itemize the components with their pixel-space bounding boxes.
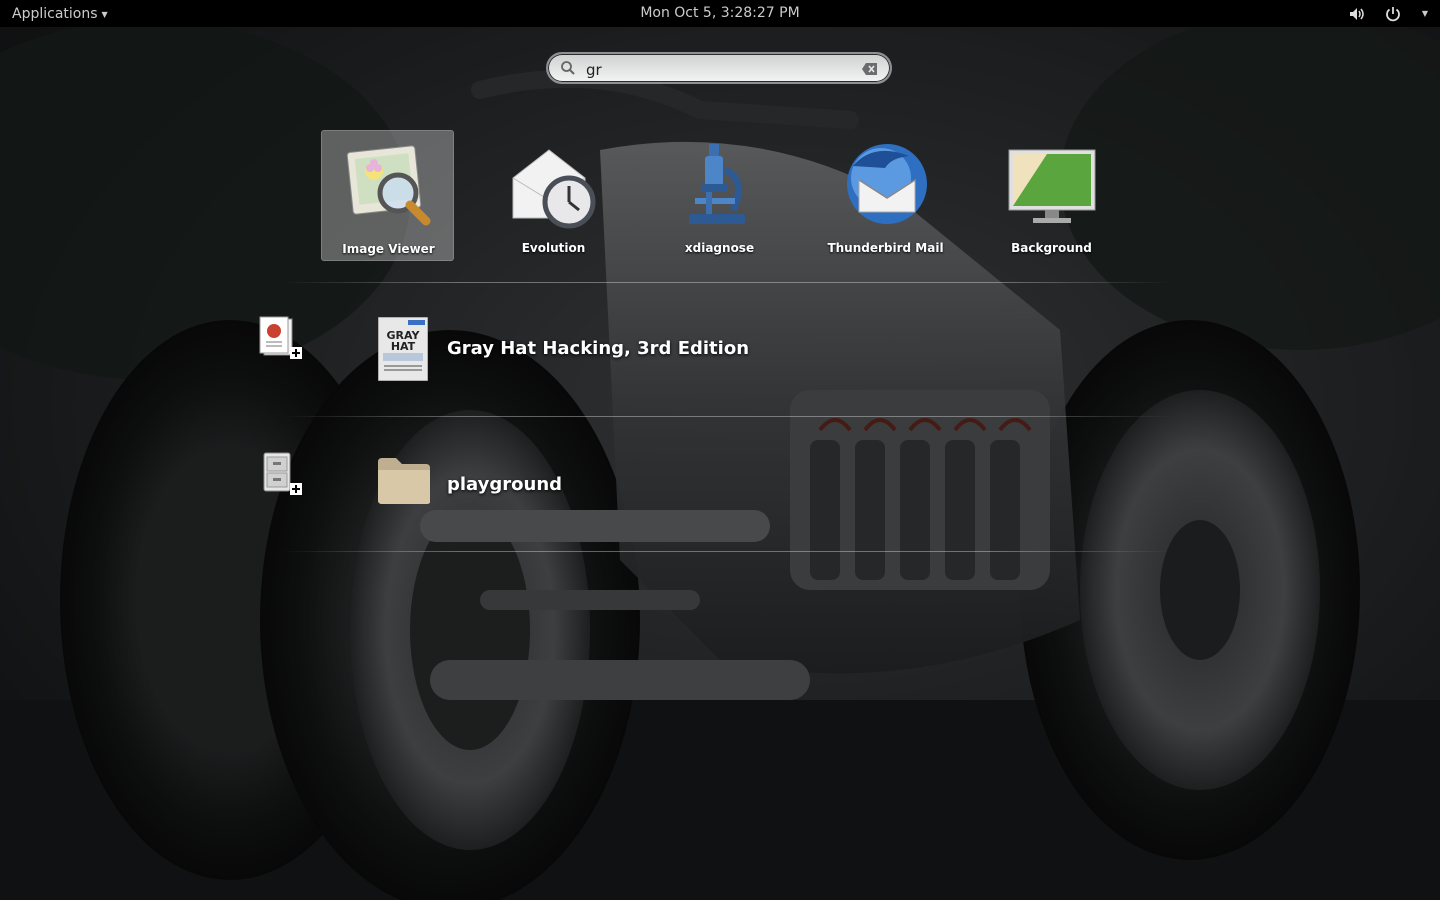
app-label: Evolution [521,241,586,255]
clear-search-icon[interactable] [861,61,879,80]
applications-menu-label: Applications [12,5,98,22]
app-image-viewer[interactable]: Image Viewer [321,130,454,261]
app-label: Background [1011,241,1092,255]
evolution-icon [509,140,601,232]
search-icon [560,60,576,80]
section-separator [282,282,1172,283]
background-icon [1007,140,1099,232]
app-background[interactable]: Background [985,130,1118,261]
search-entry[interactable] [546,52,892,84]
section-separator [282,416,1172,417]
volume-icon[interactable] [1348,5,1366,23]
dropdown-arrow-icon: ▼ [101,10,108,19]
result-title[interactable]: playground [447,474,562,495]
image-viewer-icon [344,141,436,233]
section-separator [282,551,1172,552]
file-cabinet-provider-icon[interactable] [258,451,304,497]
chevron-down-icon[interactable]: ▼ [1420,5,1430,23]
app-evolution[interactable]: Evolution [487,130,620,261]
app-label: Thunderbird Mail [827,241,944,255]
microscope-icon [675,140,767,232]
applications-menu[interactable]: Applications ▼ [12,0,108,27]
app-thunderbird-mail[interactable]: Thunderbird Mail [819,130,952,261]
top-bar: Applications ▼ Mon Oct 5, 3:28:27 PM ▼ [0,0,1440,27]
app-label: Image Viewer [342,242,435,256]
search-input[interactable] [584,58,858,82]
thunderbird-icon [841,140,933,232]
svg-text:HAT: HAT [391,340,416,353]
app-label: xdiagnose [684,241,755,255]
book-cover-thumbnail[interactable]: GRAY HAT [377,316,434,383]
clock[interactable]: Mon Oct 5, 3:28:27 PM [640,5,799,21]
status-area: ▼ [1348,0,1430,27]
folder-icon[interactable] [376,456,432,522]
result-title[interactable]: Gray Hat Hacking, 3rd Edition [447,338,749,359]
document-viewer-provider-icon[interactable] [258,315,304,361]
clock-area: Mon Oct 5, 3:28:27 PM [0,5,1440,21]
app-xdiagnose[interactable]: xdiagnose [653,130,786,261]
power-icon[interactable] [1384,5,1402,23]
